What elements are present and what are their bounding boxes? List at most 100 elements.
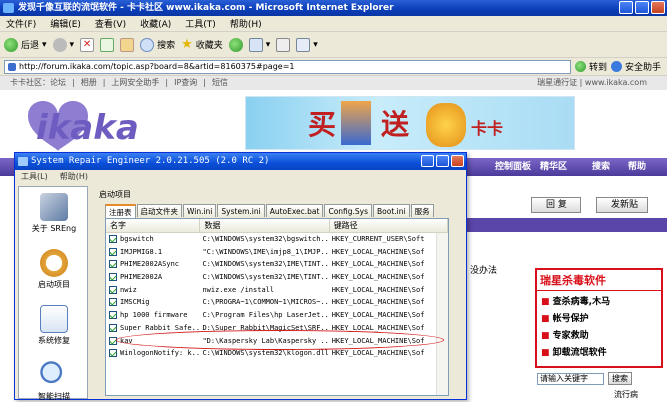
favorites-button[interactable]: ★ 收藏夹 [181,37,223,52]
minimize-button[interactable] [619,1,633,14]
menu-edit[interactable]: 编辑(E) [50,17,81,30]
checkbox[interactable] [109,298,117,307]
nav-about-sreng[interactable]: 关于 SREng [19,193,89,234]
search-button[interactable]: 搜索 [140,37,175,52]
ad-item[interactable]: ■ 卸载流氓软件 [541,345,657,362]
nav-smart-scan[interactable]: 智能扫描 [19,361,89,402]
go-button[interactable]: 转到 [574,60,611,73]
ad-item[interactable]: ■ 专家救助 [541,328,657,345]
media-icon [228,37,243,52]
edit-button[interactable]: ▾ [296,37,318,52]
logo-text: ikaka [36,108,139,148]
tab-boot-ini[interactable]: Boot.ini [373,204,410,217]
bullet-icon: ■ [541,331,550,341]
checkbox[interactable] [109,235,117,243]
site-nav-sms[interactable]: 短信 [212,76,228,90]
ikaka-logo[interactable]: ikaka [18,96,168,152]
address-input[interactable]: http://forum.ikaka.com/topic.asp?board=8… [4,59,571,74]
thread-header-bar [467,218,667,232]
highlight-oval [116,330,444,350]
col-keypath[interactable]: 键路径 [330,219,448,232]
mail-icon [248,37,263,52]
tab-win-ini[interactable]: Win.ini [183,204,217,217]
sreng-nav-panel: 关于 SREng 启动项目 系统修复 智能扫描 [18,186,89,402]
sreng-close-button[interactable] [451,155,464,167]
ad-banner[interactable]: 买 送 卡卡 [245,96,575,150]
table-row[interactable]: PHIME2002A C:\WINDOWS\system32\IME\TINT..… [106,271,448,284]
table-row[interactable]: IMSCMig C:\PROGRA~1\COMMON~1\MICROS~... HK… [106,296,448,309]
site-nav-forum[interactable]: 卡卡社区：论坛 [10,76,66,90]
site-nav-ip[interactable]: IP查询 [174,76,197,90]
site-nav-security[interactable]: 上网安全助手 [111,76,159,90]
reply-button[interactable]: 回 复 [531,197,581,213]
nav-control-panel[interactable]: 控制面板 [495,158,531,176]
home-icon [120,37,135,52]
nav-help[interactable]: 帮助 [628,158,646,176]
col-name[interactable]: 名字 [106,219,201,232]
tab-startup-folder[interactable]: 启动文件夹 [136,204,182,217]
tab-config-sys[interactable]: Config.Sys [324,204,373,217]
nav-digest[interactable]: 精华区 [540,158,567,176]
site-nav-album[interactable]: 相册 [81,76,97,90]
menu-view[interactable]: 查看(V) [95,17,126,30]
maximize-button[interactable] [635,1,649,14]
media-button[interactable] [228,37,243,52]
table-row[interactable]: PHIME2002ASync C:\WINDOWS\system32\IME\TI… [106,258,448,271]
nav-startup-items[interactable]: 启动项目 [19,249,89,290]
col-data[interactable]: 数据 [200,219,330,232]
bullet-icon: ■ [541,348,550,358]
checkbox[interactable] [109,260,117,269]
nav-system-repair[interactable]: 系统修复 [19,305,89,346]
security-assistant-button[interactable]: 安全助手 [610,60,667,73]
table-row[interactable]: nwiz nwiz.exe /install HKEY_LOCAL_MACHINE\… [106,284,448,297]
rising-ad-box[interactable]: 瑞星杀毒软件 ■ 查杀病毒,木马 ■ 帐号保护 ■ 专家救助 ■ 卸载流氓软件 [535,268,663,368]
stop-button[interactable]: ✕ [80,37,95,52]
new-post-button[interactable]: 发新贴 [596,197,648,213]
site-nav-right[interactable]: 瑞星通行证 | www.ikaka.com [537,76,667,90]
sreng-minimize-button[interactable] [421,155,434,167]
tab-system-ini[interactable]: System.ini [217,204,265,217]
sreng-menu-help[interactable]: 帮助(H) [60,170,88,184]
checkbox[interactable] [109,349,117,358]
list-scrollbar[interactable] [436,233,448,395]
table-row[interactable]: hp 1000 firmware C:\Program Files\hp Lase… [106,309,448,322]
table-row[interactable]: bgswitch C:\WINDOWS\system32\bgswitch....… [106,233,448,246]
chevron-down-icon: ▾ [313,39,318,50]
sreng-maximize-button[interactable] [436,155,449,167]
magnifier-icon [40,361,68,389]
ad-item[interactable]: ■ 查杀病毒,木马 [541,294,657,311]
close-button[interactable] [651,1,665,14]
nav-search[interactable]: 搜索 [592,158,610,176]
checkbox[interactable] [109,247,117,256]
forward-arrow-icon [52,37,67,52]
tab-autoexec[interactable]: AutoExec.bat [265,204,324,217]
table-row[interactable]: IMJPMIG8.1 "C:\WINDOWS\IME\imjp8_1\IMJP..… [106,246,448,259]
refresh-button[interactable] [100,37,115,52]
refresh-icon [100,37,115,52]
menu-tools[interactable]: 工具(T) [185,17,216,30]
forward-button[interactable]: ▾ [52,37,74,52]
menu-help[interactable]: 帮助(H) [230,17,262,30]
tab-services[interactable]: 服务 [410,204,434,217]
menu-favorites[interactable]: 收藏(A) [140,17,171,30]
checkbox[interactable] [109,273,117,282]
print-button[interactable] [276,37,291,52]
sreng-menu-tools[interactable]: 工具(L) [21,170,48,184]
home-button[interactable] [120,37,135,52]
site-search-button[interactable]: 搜索 [608,372,632,385]
checkbox[interactable] [109,311,117,320]
menu-file[interactable]: 文件(F) [6,17,36,30]
tab-registry[interactable]: 注册表 [105,204,136,218]
bullet-icon: ■ [541,314,550,324]
go-arrow-icon [574,61,586,72]
sreng-menubar: 工具(L) 帮助(H) [15,170,466,184]
site-search-input[interactable]: 请输入关键字 [537,373,604,385]
ie-title-bar: 发现千像互联的流氓软件 - 卡卡社区 www.ikaka.com - Micro… [0,0,667,16]
shield-icon [610,61,622,72]
checkbox[interactable] [109,323,117,332]
checkbox[interactable] [109,285,117,294]
mail-button[interactable]: ▾ [248,37,270,52]
ad-item[interactable]: ■ 帐号保护 [541,311,657,328]
sreng-window: System Repair Engineer 2.0.21.505 (2.0 R… [14,152,467,402]
back-button[interactable]: 后退 ▾ [4,37,47,52]
